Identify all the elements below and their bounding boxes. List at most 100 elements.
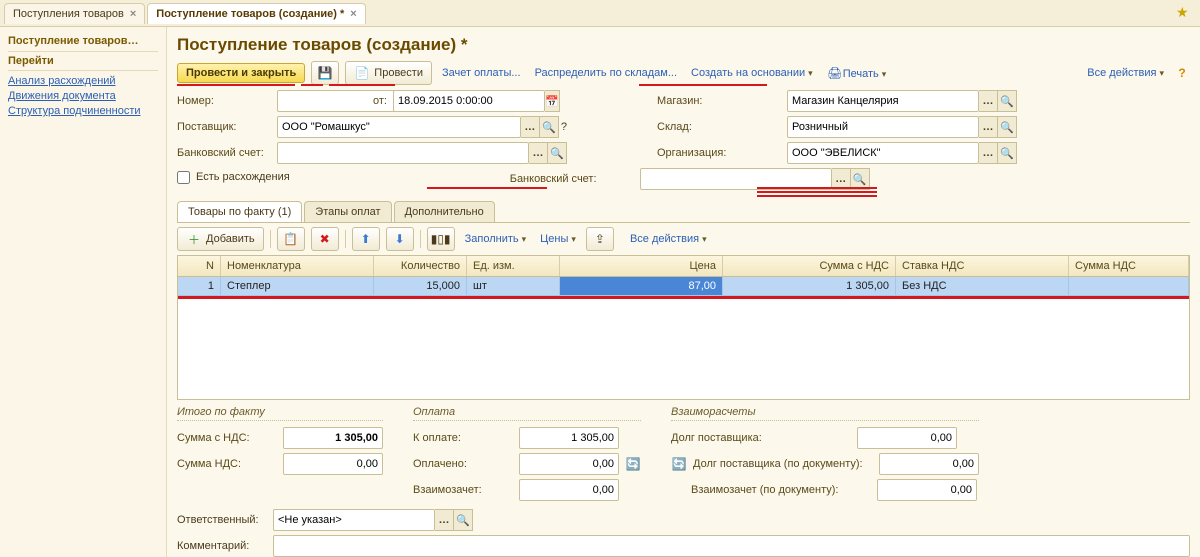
debt-doc-label: Долг поставщика (по документу): <box>693 458 873 470</box>
bank2-label: Банковский счет: <box>510 173 630 185</box>
offset-doc-value[interactable] <box>877 479 977 501</box>
move-up-button[interactable]: ⬆ <box>352 227 380 251</box>
save-button[interactable]: 💾 <box>311 61 339 85</box>
comment-input[interactable] <box>273 535 1190 557</box>
refresh-icon[interactable]: 🔄 <box>625 456 641 472</box>
search-icon[interactable]: 🔍 <box>998 116 1017 138</box>
import-button[interactable]: ⇪ <box>586 227 614 251</box>
sidebar-link-structure[interactable]: Структура подчиненности <box>8 105 158 117</box>
cell-vat-rate[interactable]: Без НДС <box>896 277 1069 295</box>
bank-input[interactable] <box>277 142 529 164</box>
has-diff-checkbox[interactable] <box>177 171 190 184</box>
tab-list-label: Поступления товаров <box>13 8 124 20</box>
tab-list[interactable]: Поступления товаров × <box>4 3 145 24</box>
cell-unit[interactable]: шт <box>467 277 560 295</box>
all-actions-button[interactable]: Все действия <box>1083 64 1168 82</box>
col-unit[interactable]: Ед. изм. <box>467 256 560 276</box>
col-sum[interactable]: Сумма с НДС <box>723 256 896 276</box>
date-input[interactable] <box>393 90 545 112</box>
select-icon[interactable]: … <box>979 90 998 112</box>
col-qty[interactable]: Количество <box>374 256 467 276</box>
to-pay-value[interactable] <box>519 427 619 449</box>
post-and-close-button[interactable]: Провести и закрыть <box>177 63 305 83</box>
tab-document[interactable]: Поступление товаров (создание) * × <box>147 3 365 24</box>
move-down-button[interactable]: ⬇ <box>386 227 414 251</box>
tab-goods[interactable]: Товары по факту (1) <box>177 201 302 222</box>
delete-row-button[interactable]: ✖ <box>311 227 339 251</box>
fill-button[interactable]: Заполнить <box>461 230 531 248</box>
col-nomen[interactable]: Номенклатура <box>221 256 374 276</box>
grid-all-actions-button[interactable]: Все действия <box>626 230 711 248</box>
responsible-input[interactable] <box>273 509 435 531</box>
search-icon[interactable]: 🔍 <box>454 509 473 531</box>
create-based-button[interactable]: Создать на основании <box>687 64 817 82</box>
refresh-icon[interactable]: 🔄 <box>671 456 687 472</box>
close-icon[interactable]: × <box>130 8 136 20</box>
select-icon[interactable]: … <box>979 116 998 138</box>
select-icon[interactable]: … <box>529 142 548 164</box>
totals-section: Итого по факту Сумма с НДС: Сумма НДС: О… <box>177 406 1190 501</box>
calendar-icon[interactable]: 📅 <box>545 90 560 112</box>
responsible-label: Ответственный: <box>177 514 267 526</box>
col-vat-sum[interactable]: Сумма НДС <box>1069 256 1189 276</box>
grid-toolbar: ＋Добавить 📋 ✖ ⬆ ⬇ ▮▯▮ Заполнить Цены ⇪ В… <box>177 223 1190 255</box>
debt-doc-value[interactable] <box>879 453 979 475</box>
page-title: Поступление товаров (создание) * <box>177 35 1190 55</box>
search-icon[interactable]: 🔍 <box>998 142 1017 164</box>
sidebar-link-movements[interactable]: Движения документа <box>8 90 158 102</box>
import-icon: ⇪ <box>592 231 608 247</box>
sidebar-link-analysis[interactable]: Анализ расхождений <box>8 75 158 87</box>
supplier-input[interactable] <box>277 116 521 138</box>
shop-input[interactable] <box>787 90 979 112</box>
distribute-button[interactable]: Распределить по складам... <box>531 64 681 82</box>
print-button[interactable]: 🖨Печать <box>823 62 891 84</box>
shop-label: Магазин: <box>657 95 777 107</box>
table-row[interactable]: 1 Степлер 15,000 шт 87,00 1 305,00 Без Н… <box>178 277 1189 296</box>
sidebar-section: Перейти <box>8 51 158 71</box>
close-icon[interactable]: × <box>350 8 356 20</box>
col-vat-rate[interactable]: Ставка НДС <box>896 256 1069 276</box>
table-header: N Номенклатура Количество Ед. изм. Цена … <box>178 256 1189 277</box>
org-input[interactable] <box>787 142 979 164</box>
cell-qty[interactable]: 15,000 <box>374 277 467 295</box>
tab-stages[interactable]: Этапы оплат <box>304 201 391 222</box>
cell-sum[interactable]: 1 305,00 <box>723 277 896 295</box>
info-icon[interactable]: ? <box>561 121 567 133</box>
search-icon[interactable]: 🔍 <box>540 116 559 138</box>
tab-additional[interactable]: Дополнительно <box>394 201 495 222</box>
add-row-button[interactable]: ＋Добавить <box>177 227 264 251</box>
diskette-icon: 💾 <box>317 65 333 81</box>
paid-label: Оплачено: <box>413 458 513 470</box>
favorite-icon[interactable]: ★ <box>1176 4 1192 20</box>
debt-value[interactable] <box>857 427 957 449</box>
vat-sum-value[interactable] <box>283 453 383 475</box>
barcode-button[interactable]: ▮▯▮ <box>427 227 455 251</box>
copy-row-button[interactable]: 📋 <box>277 227 305 251</box>
select-icon[interactable]: … <box>979 142 998 164</box>
search-icon[interactable]: 🔍 <box>548 142 567 164</box>
cell-n[interactable]: 1 <box>178 277 221 295</box>
warehouse-input[interactable] <box>787 116 979 138</box>
help-icon[interactable]: ? <box>1174 65 1190 81</box>
cell-vat-sum[interactable] <box>1069 277 1189 295</box>
goods-table: N Номенклатура Количество Ед. изм. Цена … <box>177 255 1190 400</box>
org-label: Организация: <box>657 147 777 159</box>
sidebar-title: Поступление товаров… <box>8 35 158 47</box>
cell-price[interactable]: 87,00 <box>560 277 723 295</box>
printer-icon: 🖨 <box>827 65 843 81</box>
offset-value[interactable] <box>519 479 619 501</box>
offset-payment-button[interactable]: Зачет оплаты... <box>438 64 525 82</box>
offset-label: Взаимозачет: <box>413 484 513 496</box>
cell-nomen[interactable]: Степлер <box>221 277 374 295</box>
copy-icon: 📋 <box>283 231 299 247</box>
paid-value[interactable] <box>519 453 619 475</box>
post-button[interactable]: 📄Провести <box>345 61 432 85</box>
search-icon[interactable]: 🔍 <box>998 90 1017 112</box>
sum-vat-value[interactable] <box>283 427 383 449</box>
col-n[interactable]: N <box>178 256 221 276</box>
col-price[interactable]: Цена <box>560 256 723 276</box>
prices-button[interactable]: Цены <box>536 230 580 248</box>
select-icon[interactable]: … <box>435 509 454 531</box>
select-icon[interactable]: … <box>521 116 540 138</box>
table-empty-area[interactable] <box>178 299 1189 399</box>
